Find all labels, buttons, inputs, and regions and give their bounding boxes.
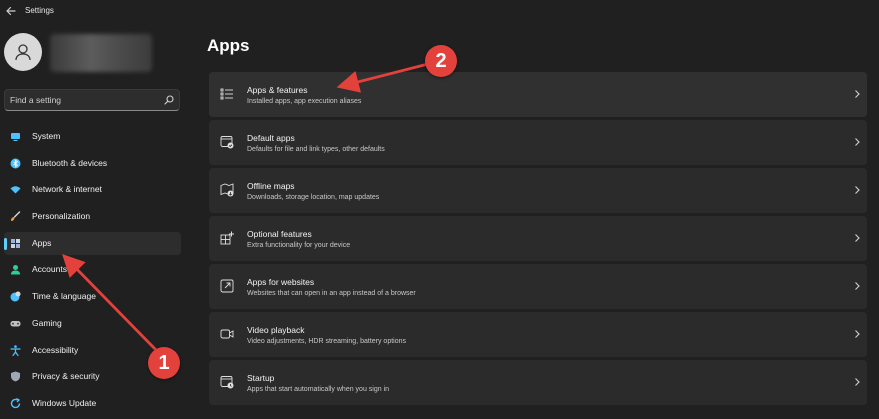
chevron-right-icon: [855, 90, 860, 98]
sidebar-item-label: Accessibility: [32, 344, 79, 355]
card-title: Apps for websites: [247, 277, 315, 287]
card-description: Websites that can open in an app instead…: [247, 290, 416, 297]
optional-features-card[interactable]: Optional features Extra functionality fo…: [209, 216, 867, 261]
sidebar-item-bluetooth-devices[interactable]: Bluetooth & devices: [4, 152, 181, 175]
video-icon: [220, 329, 234, 339]
sidebar-item-apps[interactable]: Apps: [4, 231, 181, 255]
sidebar-item-system[interactable]: System: [4, 125, 181, 148]
page-title: Apps: [207, 36, 250, 55]
sidebar-item-personalization[interactable]: Personalization: [4, 205, 181, 228]
annotation-badge-2: 2: [425, 45, 457, 77]
chevron-right-icon: [855, 186, 860, 194]
sidebar-item-windows-update[interactable]: Windows Update: [4, 392, 181, 415]
chevron-right-icon: [855, 330, 860, 338]
card-title: Optional features: [247, 229, 312, 239]
person-icon: [15, 44, 31, 61]
card-description: Extra functionality for your device: [247, 242, 351, 249]
annotation-badge-1: 1: [148, 347, 180, 379]
sidebar-item-time-language[interactable]: Time & language: [4, 285, 181, 308]
accessibility-icon: [10, 344, 21, 356]
card-description: Apps that start automatically when you s…: [247, 386, 390, 393]
wifi-icon: [10, 186, 21, 194]
chevron-right-icon: [855, 234, 860, 242]
card-title: Default apps: [247, 133, 295, 143]
apps-features-card[interactable]: Apps & features Installed apps, app exec…: [209, 72, 867, 117]
sidebar-item-label: Network & internet: [32, 184, 102, 195]
sidebar-item-label: Time & language: [32, 291, 96, 302]
card-title: Offline maps: [247, 181, 295, 191]
sidebar-item-label: Bluetooth & devices: [32, 157, 108, 168]
gamepad-icon: [10, 320, 21, 327]
apps-for-websites-card[interactable]: Apps for websites Websites that can open…: [209, 264, 867, 309]
sidebar-item-label: Accounts: [32, 264, 67, 275]
card-description: Defaults for file and link types, other …: [247, 146, 385, 153]
update-icon: [10, 397, 21, 409]
default-apps-card[interactable]: Default apps Defaults for file and link …: [209, 120, 867, 165]
card-description: Installed apps, app execution aliases: [247, 98, 362, 105]
title-bar: Settings: [0, 0, 879, 24]
bluetooth-icon: [10, 158, 21, 169]
offline-maps-card[interactable]: Offline maps Downloads, storage location…: [209, 168, 867, 213]
default-apps-icon: [220, 136, 234, 149]
sidebar-item-gaming[interactable]: Gaming: [4, 312, 181, 335]
search-input[interactable]: [10, 93, 160, 107]
avatar[interactable]: [4, 33, 42, 71]
person-icon: [11, 265, 20, 275]
card-description: Video adjustments, HDR streaming, batter…: [247, 338, 407, 345]
settings-list: Apps & features Installed apps, app exec…: [209, 72, 867, 408]
user-name-redacted: [50, 34, 152, 72]
video-playback-card[interactable]: Video playback Video adjustments, HDR st…: [209, 312, 867, 357]
sidebar-item-accounts[interactable]: Accounts: [4, 258, 181, 281]
chevron-right-icon: [855, 282, 860, 290]
map-icon: [220, 183, 234, 197]
apps-icon: [11, 238, 20, 248]
search-icon[interactable]: [164, 95, 174, 105]
chevron-right-icon: [855, 378, 860, 386]
card-description: Downloads, storage location, map updates: [247, 194, 380, 201]
window-title: Settings: [25, 6, 54, 15]
card-title: Apps & features: [247, 85, 308, 95]
startup-card[interactable]: Startup Apps that start automatically wh…: [209, 360, 867, 405]
sidebar-item-label: Personalization: [32, 211, 91, 222]
sidebar-item-label: Gaming: [32, 317, 62, 328]
card-title: Video playback: [247, 325, 305, 335]
shield-icon: [11, 371, 20, 382]
open-link-icon: [220, 279, 234, 293]
card-title: Startup: [247, 373, 275, 383]
globe-clock-icon: [10, 291, 21, 302]
sidebar-item-label: Privacy & security: [32, 371, 100, 382]
startup-icon: [220, 376, 234, 389]
back-arrow-icon[interactable]: [4, 4, 18, 18]
chevron-right-icon: [855, 138, 860, 146]
list-icon: [220, 88, 233, 100]
sidebar-item-label: Apps: [32, 237, 52, 248]
sidebar-item-label: System: [32, 131, 61, 141]
search-box[interactable]: [4, 89, 180, 111]
sidebar-item-label: Windows Update: [32, 397, 97, 408]
brush-icon: [11, 211, 21, 222]
monitor-icon: [11, 133, 20, 141]
sidebar-item-network-internet[interactable]: Network & internet: [4, 178, 181, 201]
grid-plus-icon: [220, 231, 234, 245]
